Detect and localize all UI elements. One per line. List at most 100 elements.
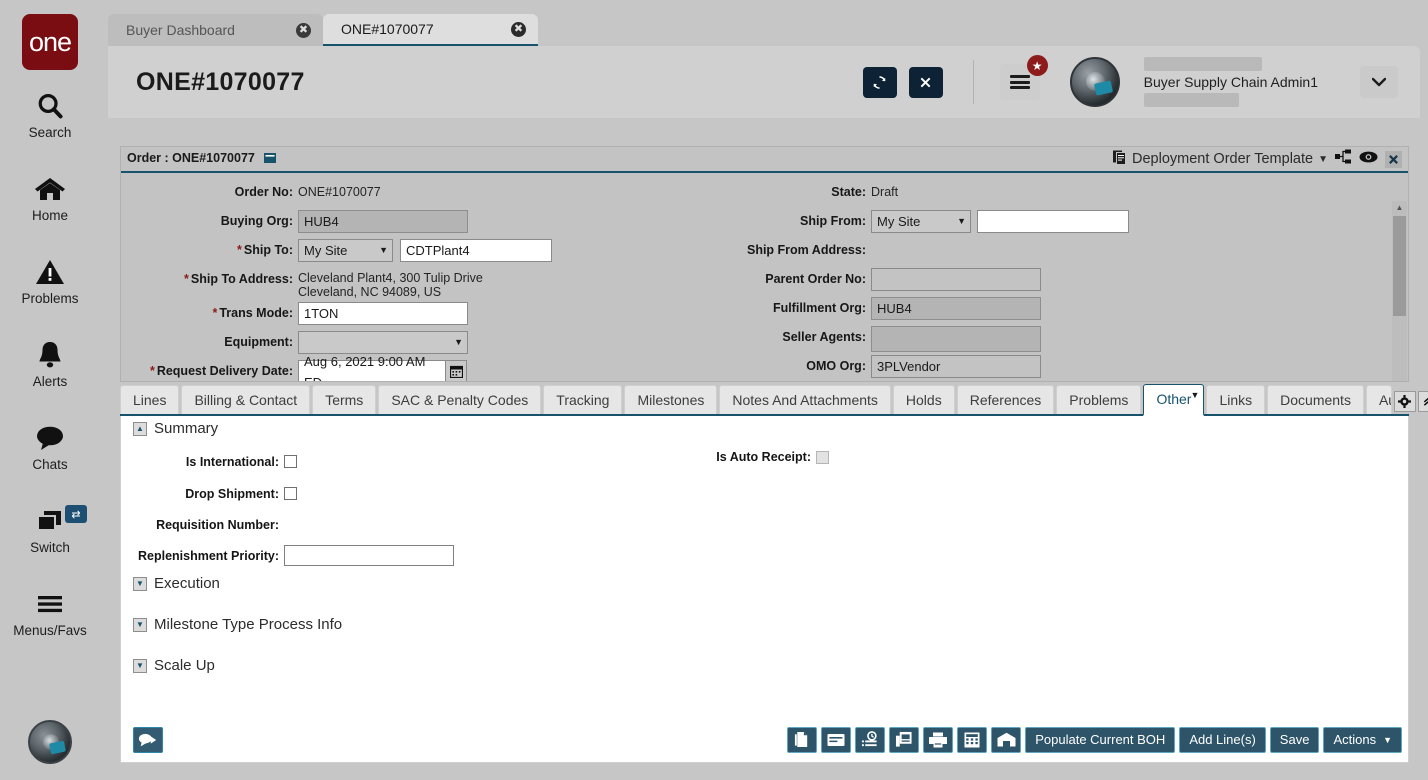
panel-close-icon[interactable] bbox=[1385, 151, 1402, 168]
replenishment-priority-input[interactable] bbox=[284, 545, 454, 566]
section-title: Scale Up bbox=[154, 657, 215, 674]
field-value: 3PLVendor bbox=[877, 356, 940, 377]
milestone-type-process-info-section-header[interactable]: ▼ Milestone Type Process Info bbox=[121, 616, 1408, 633]
scrollbar-thumb[interactable] bbox=[1393, 216, 1406, 316]
gear-icon[interactable] bbox=[1394, 391, 1416, 412]
fulfillment-org-input[interactable]: HUB4 bbox=[871, 297, 1041, 320]
field-label: Seller Agents: bbox=[691, 326, 871, 344]
calculator-icon[interactable] bbox=[957, 727, 987, 753]
refresh-icon[interactable] bbox=[863, 67, 897, 98]
sidebar-item-chats[interactable]: Chats bbox=[0, 408, 100, 485]
calendar-icon[interactable] bbox=[446, 360, 467, 381]
header-actions: ★ Buyer Supply Chain Admin1 bbox=[863, 57, 1420, 107]
omo-org-input[interactable]: 3PLVendor bbox=[871, 355, 1041, 378]
warehouse-icon[interactable] bbox=[991, 727, 1021, 753]
toolbar-right-group: Populate Current BOH Add Line(s) Save Ac… bbox=[787, 727, 1402, 753]
sidebar-item-menus-favs[interactable]: Menus/Favs bbox=[0, 574, 100, 651]
drop-shipment-checkbox[interactable] bbox=[284, 487, 297, 500]
field-replenishment-priority: Replenishment Priority: bbox=[121, 544, 1408, 567]
tab-label: References bbox=[970, 392, 1042, 408]
workspace-tab-order[interactable]: ONE#1070077 ✖ bbox=[323, 14, 538, 46]
request-delivery-date-input[interactable]: Aug 6, 2021 9:00 AM ED bbox=[298, 360, 446, 381]
expand-toggle-icon[interactable]: ▼ bbox=[133, 618, 147, 632]
scale-up-section-header[interactable]: ▼ Scale Up bbox=[121, 657, 1408, 674]
order-panel-title: Order : ONE#1070077 bbox=[127, 151, 276, 167]
application-window: one Search Home Problems Alerts bbox=[0, 0, 1428, 780]
ship-from-type-select[interactable]: My Site bbox=[871, 210, 971, 233]
field-omo-org: OMO Org: 3PLVendor bbox=[691, 355, 1331, 381]
tab-tracking[interactable]: Tracking bbox=[543, 385, 622, 414]
tab-sac-penalty-codes[interactable]: SAC & Penalty Codes bbox=[378, 385, 541, 414]
field-label: State: bbox=[691, 181, 871, 199]
close-icon[interactable]: ✖ bbox=[296, 23, 311, 38]
field-label: Replenishment Priority: bbox=[121, 549, 284, 563]
avatar[interactable] bbox=[1070, 57, 1120, 107]
tab-notes-and-attachments[interactable]: Notes And Attachments bbox=[719, 385, 891, 414]
expand-toggle-icon[interactable]: ▼ bbox=[133, 659, 147, 673]
sidebar-item-home[interactable]: Home bbox=[0, 159, 100, 236]
chevron-down-icon[interactable] bbox=[1360, 66, 1398, 98]
switch-badge[interactable]: ⇄ bbox=[65, 505, 87, 523]
tab-links[interactable]: Links bbox=[1206, 385, 1265, 414]
rail-avatar[interactable] bbox=[28, 720, 72, 764]
expand-toggle-icon[interactable]: ▼ bbox=[133, 577, 147, 591]
hierarchy-icon[interactable] bbox=[1335, 149, 1352, 169]
is-international-checkbox[interactable] bbox=[284, 455, 297, 468]
tab-label: Tracking bbox=[556, 392, 609, 408]
tab-label: Documents bbox=[1280, 392, 1351, 408]
summary-section-header[interactable]: ▲ Summary bbox=[121, 420, 1408, 437]
sidebar-item-problems[interactable]: Problems bbox=[0, 242, 100, 319]
copy-document-icon[interactable] bbox=[787, 727, 817, 753]
print-icon[interactable] bbox=[923, 727, 953, 753]
tab-references[interactable]: References bbox=[957, 385, 1055, 414]
actions-button[interactable]: Actions ▼ bbox=[1323, 727, 1402, 753]
trans-mode-input[interactable]: 1TON bbox=[298, 302, 468, 325]
ship-to-site-input[interactable]: CDTPlant4 bbox=[400, 239, 552, 262]
field-value: CDTPlant4 bbox=[406, 240, 470, 261]
order-form-body: Order No: ONE#1070077 Buying Org: HUB4 *… bbox=[121, 173, 1408, 381]
tab-authorization[interactable]: Authorization bbox=[1366, 385, 1392, 414]
collapse-up-icon[interactable] bbox=[1418, 391, 1428, 412]
scroll-up-icon[interactable]: ▲ bbox=[1392, 201, 1407, 214]
sidebar-item-search[interactable]: Search bbox=[0, 76, 100, 153]
duplicate-order-icon[interactable] bbox=[889, 727, 919, 753]
workspace-tab-buyer-dashboard[interactable]: Buyer Dashboard ✖ bbox=[108, 14, 323, 46]
favorites-badge-glyph: ★ bbox=[1032, 59, 1043, 73]
tab-milestones[interactable]: Milestones bbox=[624, 385, 717, 414]
field-label: *Request Delivery Date: bbox=[121, 360, 298, 378]
tab-terms[interactable]: Terms bbox=[312, 385, 376, 414]
tab-holds[interactable]: Holds bbox=[893, 385, 955, 414]
windows-stack-icon bbox=[34, 504, 66, 538]
ship-from-site-input[interactable] bbox=[977, 210, 1129, 233]
sidebar-item-switch[interactable]: ⇄ Switch bbox=[0, 491, 100, 568]
tab-documents[interactable]: Documents bbox=[1267, 385, 1364, 414]
add-lines-button[interactable]: Add Line(s) bbox=[1179, 727, 1265, 753]
tab-lines[interactable]: Lines bbox=[120, 385, 179, 414]
seller-agents-input[interactable] bbox=[871, 326, 1041, 352]
parent-order-no-input[interactable] bbox=[871, 268, 1041, 291]
collapse-toggle-icon[interactable]: ▲ bbox=[133, 422, 147, 436]
tab-other[interactable]: Other bbox=[1143, 384, 1204, 416]
tab-billing-contact[interactable]: Billing & Contact bbox=[181, 385, 310, 414]
tab-problems[interactable]: Problems bbox=[1056, 385, 1141, 414]
hamburger-menu-icon[interactable]: ★ bbox=[1000, 64, 1040, 100]
chat-send-icon[interactable] bbox=[133, 727, 163, 753]
close-icon[interactable] bbox=[909, 67, 943, 98]
sidebar-item-alerts[interactable]: Alerts bbox=[0, 325, 100, 402]
order-detail-panel: Order : ONE#1070077 Deployment Order Tem… bbox=[120, 146, 1409, 382]
buying-org-input[interactable]: HUB4 bbox=[298, 210, 468, 233]
order-panel-scrollbar[interactable]: ▲ ▼ bbox=[1392, 201, 1407, 381]
execution-section-header[interactable]: ▼ Execution bbox=[121, 575, 1408, 592]
ship-to-type-select[interactable]: My Site bbox=[298, 239, 393, 262]
field-label: Is Auto Receipt: bbox=[666, 450, 816, 464]
eye-icon[interactable] bbox=[1359, 150, 1378, 169]
populate-current-boh-button[interactable]: Populate Current BOH bbox=[1025, 727, 1175, 753]
close-icon[interactable]: ✖ bbox=[511, 22, 526, 37]
card-icon[interactable] bbox=[821, 727, 851, 753]
hamburger-lines bbox=[1010, 73, 1030, 92]
field-label: *Trans Mode: bbox=[121, 302, 298, 320]
save-button[interactable]: Save bbox=[1270, 727, 1320, 753]
equipment-select[interactable] bbox=[298, 331, 468, 354]
audit-history-icon[interactable] bbox=[855, 727, 885, 753]
template-selector[interactable]: Deployment Order Template ▼ bbox=[1113, 150, 1328, 169]
